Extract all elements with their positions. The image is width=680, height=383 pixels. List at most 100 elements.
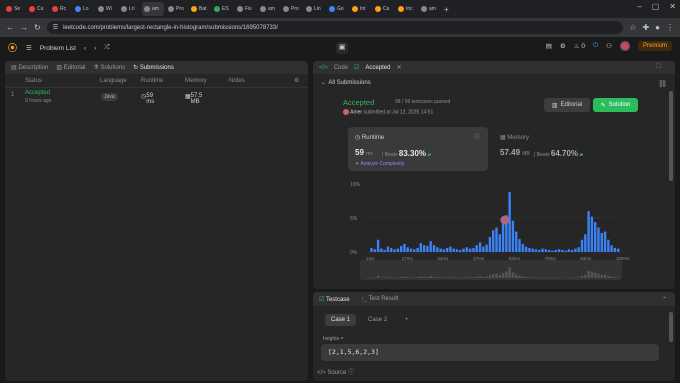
runtime-card[interactable]: ◷ Runtime ⓘ 59 ms | Beats 83.30% ▰ ✦ Ana… (348, 127, 488, 171)
reload-icon[interactable]: ↻ (34, 23, 41, 32)
chart-bar[interactable] (429, 241, 432, 252)
layout-icon[interactable]: ▤ (546, 42, 552, 50)
chart-bar[interactable] (445, 247, 449, 252)
chart-bar[interactable] (544, 249, 548, 252)
source-toggle[interactable]: </> Source ⓘ (317, 367, 354, 376)
chart-bar[interactable] (590, 216, 594, 252)
leetcode-logo-icon[interactable]: ⦿ (8, 43, 18, 53)
chart-bar[interactable] (593, 222, 597, 252)
tab-submissions[interactable]: ↻ Submissions (133, 64, 174, 71)
chart-bar[interactable] (617, 248, 620, 252)
chart-bar[interactable] (603, 231, 607, 252)
runtime-distribution-chart[interactable]: 10% 5% 0% 1ms 17ms 32ms 47ms 63ms 78ms 93ms 108ms (348, 174, 633, 284)
add-case-button[interactable]: + (399, 314, 415, 326)
browser-tab[interactable]: Ca (373, 2, 394, 16)
chart-bar[interactable] (538, 249, 541, 252)
help-icon[interactable]: ⓘ (348, 370, 354, 376)
chart-bar[interactable] (541, 248, 544, 252)
extensions-icon[interactable]: ✚ (642, 23, 649, 32)
editorial-button[interactable]: ▥ Editorial (544, 98, 590, 112)
header-runtime[interactable]: Runtime (141, 78, 163, 84)
browser-tab[interactable]: Wi (96, 2, 117, 16)
chart-bar[interactable] (442, 249, 446, 252)
chart-bar[interactable] (554, 249, 557, 252)
chart-bar[interactable] (422, 245, 426, 252)
chart-bar[interactable] (498, 234, 501, 252)
chart-bar[interactable] (564, 250, 567, 252)
browser-tab[interactable]: Go (327, 2, 348, 16)
forward-icon[interactable]: → (20, 23, 28, 32)
chart-bar[interactable] (465, 247, 469, 252)
chart-bar[interactable] (475, 245, 478, 252)
chart-bar[interactable] (577, 247, 580, 252)
header-status[interactable]: Status (25, 78, 42, 84)
your-submission-marker[interactable] (500, 215, 510, 225)
tab-code-label[interactable]: Code (334, 65, 348, 71)
chart-bar[interactable] (376, 239, 380, 252)
browser-tab[interactable]: Lin (304, 2, 325, 16)
chart-bar[interactable] (557, 249, 561, 252)
browser-tab[interactable]: Inc (396, 2, 417, 16)
browser-tab[interactable]: am (419, 2, 440, 16)
chart-bar[interactable] (492, 230, 495, 252)
heights-input[interactable]: [2,1,5,6,2,3] (321, 344, 659, 361)
browser-tab[interactable]: Pro (281, 2, 302, 16)
problem-list-link[interactable]: Problem List (40, 45, 76, 52)
settings-icon[interactable]: ⚙ (560, 42, 566, 50)
chart-bar[interactable] (462, 248, 465, 252)
header-language[interactable]: Language (100, 78, 127, 84)
chart-bar[interactable] (390, 247, 393, 252)
chart-bar[interactable] (524, 246, 528, 252)
chart-bar[interactable] (518, 239, 521, 252)
columns-settings-icon[interactable]: ⚙ (294, 77, 299, 84)
back-icon[interactable]: ← (6, 23, 14, 32)
tab-solutions[interactable]: ⚗ Solutions (93, 64, 125, 71)
chart-bar[interactable] (419, 243, 423, 252)
notification-icon[interactable]: ⏻ (593, 42, 598, 50)
collapse-icon[interactable]: ⌃ (662, 296, 667, 303)
chart-bar[interactable] (373, 249, 376, 252)
close-tab-icon[interactable]: ✕ (396, 64, 401, 71)
chart-bar[interactable] (472, 247, 475, 252)
chart-bar[interactable] (515, 231, 518, 252)
shuffle-icon[interactable]: ⤮ (104, 44, 109, 52)
expand-icon[interactable]: ⛶ (657, 64, 661, 71)
chart-bar[interactable] (426, 245, 429, 252)
chart-bar[interactable] (580, 239, 584, 252)
browser-tab[interactable]: am (258, 2, 279, 16)
chart-bar[interactable] (370, 247, 373, 252)
prev-problem-icon[interactable]: ‹ (84, 45, 86, 52)
chart-bar[interactable] (561, 249, 564, 252)
chart-bar[interactable] (449, 246, 452, 252)
browser-tab[interactable]: Bat (189, 2, 210, 16)
chart-bar[interactable] (478, 242, 482, 252)
case-2-tab[interactable]: Case 2 (362, 314, 393, 326)
chart-bar[interactable] (511, 220, 515, 252)
tab-code[interactable]: </> (319, 65, 328, 71)
chart-bar[interactable] (551, 250, 554, 252)
header-memory[interactable]: Memory (185, 78, 207, 84)
chart-bar[interactable] (584, 234, 587, 252)
chart-bar[interactable] (495, 227, 498, 252)
browser-tab[interactable]: Rc (50, 2, 71, 16)
chart-bar[interactable] (528, 247, 531, 252)
chart-bar[interactable] (567, 249, 571, 252)
chart-bar[interactable] (413, 249, 416, 252)
close-window-icon[interactable]: ✕ (669, 2, 676, 11)
chart-bar[interactable] (452, 248, 455, 252)
submit-icon[interactable]: ▣ (336, 42, 348, 54)
chart-bar[interactable] (501, 223, 505, 252)
profile-icon[interactable]: ● (655, 23, 660, 32)
table-row[interactable]: 1 Accepted 9 hours ago Java ◷ 59 ms ▦ 57… (5, 88, 308, 108)
chart-bar[interactable] (386, 246, 390, 252)
case-1-tab[interactable]: Case 1 (325, 314, 357, 326)
tab-description[interactable]: ▤ Description (11, 64, 48, 71)
chart-bar[interactable] (436, 247, 439, 252)
chart-bar[interactable] (610, 245, 613, 252)
avatar[interactable] (619, 41, 630, 51)
chart-bar[interactable] (383, 249, 386, 252)
browser-tab[interactable]: am (142, 2, 164, 16)
chart-bar[interactable] (409, 248, 413, 252)
premium-button[interactable]: Premium (637, 41, 672, 51)
chart-bar[interactable] (455, 249, 459, 252)
